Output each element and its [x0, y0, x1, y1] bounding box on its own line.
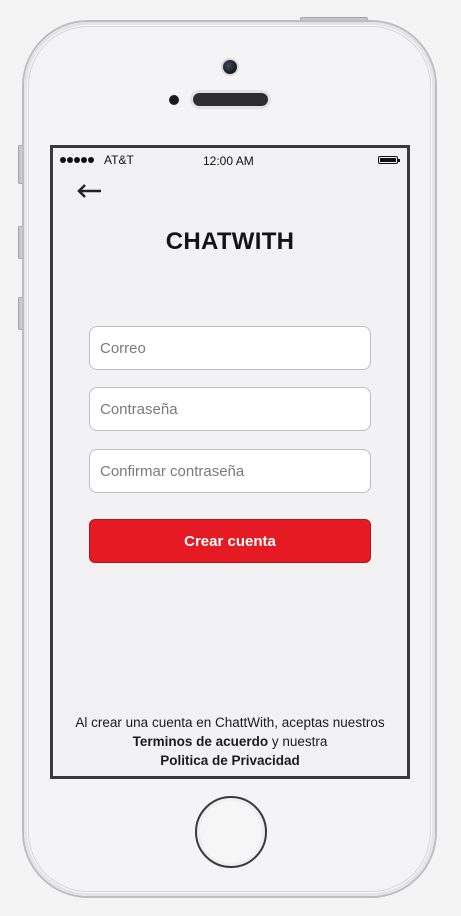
proximity-sensor: [169, 95, 179, 105]
signal-strength-icon: [60, 157, 94, 163]
terms-text-before: Al crear una cuenta en ChattWith, acepta…: [75, 715, 385, 730]
app-title: CHATWITH: [165, 228, 295, 255]
screen: AT&T 12:00 AM CHATWITH Crear cuenta Al c…: [50, 145, 410, 779]
earpiece-speaker: [193, 93, 268, 106]
page: AT&T 12:00 AM CHATWITH Crear cuenta Al c…: [0, 0, 461, 916]
battery-icon: [378, 156, 400, 164]
terms-link[interactable]: Terminos de acuerdo: [133, 734, 269, 749]
home-button[interactable]: [195, 796, 267, 868]
password-field[interactable]: [89, 387, 371, 431]
create-account-button[interactable]: Crear cuenta: [89, 519, 371, 563]
confirm-password-field[interactable]: [89, 449, 371, 493]
terms-notice: Al crear una cuenta en ChattWith, acepta…: [63, 713, 397, 770]
status-bar: AT&T 12:00 AM: [53, 148, 407, 172]
front-camera-icon: [223, 60, 237, 74]
carrier-name: AT&T: [104, 153, 134, 167]
back-button[interactable]: [75, 180, 103, 202]
privacy-link[interactable]: Politica de Privacidad: [160, 753, 300, 768]
terms-text-middle: y nuestra: [268, 734, 328, 749]
email-field[interactable]: [89, 326, 371, 370]
arrow-left-icon: [77, 184, 101, 198]
status-time: 12:00 AM: [203, 154, 254, 168]
